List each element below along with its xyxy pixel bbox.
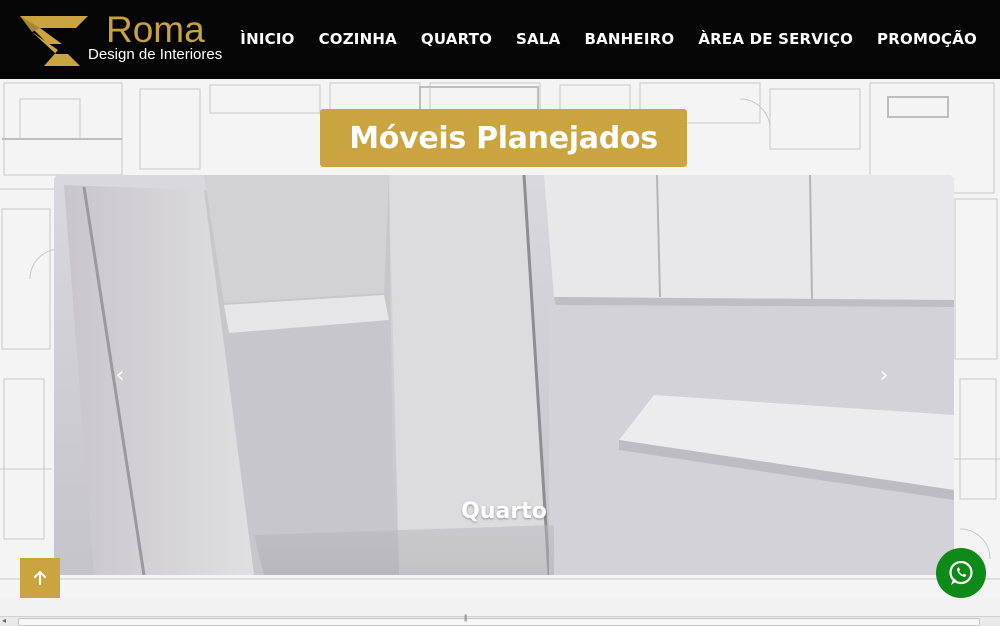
arrow-up-icon (34, 571, 46, 585)
scrollbar-grip-icon: ||| (464, 615, 468, 622)
back-to-top-button[interactable] (20, 558, 60, 598)
nav-item-sala[interactable]: SALA (503, 28, 571, 50)
main-nav: ÌNICIO COZINHA QUARTO SALA BANHEIRO ÀREA… (227, 28, 988, 50)
carousel-next-button[interactable]: › (870, 363, 898, 391)
nav-item-cozinha[interactable]: COZINHA (306, 28, 408, 50)
section-title: Móveis Planejados (349, 120, 658, 156)
carousel-prev-button[interactable]: ‹ (106, 363, 134, 391)
logo[interactable]: Roma Design de Interiores (18, 9, 243, 70)
whatsapp-button[interactable] (936, 548, 986, 598)
nav-item-banheiro[interactable]: BANHEIRO (571, 28, 685, 50)
brand-tagline: Design de Interiores (88, 46, 223, 63)
nav-item-promocao[interactable]: PROMOÇÃO (864, 28, 988, 50)
whatsapp-icon (949, 560, 973, 585)
scroll-left-icon[interactable]: ◂ (2, 616, 6, 625)
section-title-badge: Móveis Planejados (320, 109, 687, 167)
site-header: Roma Design de Interiores ÌNICIO COZINHA… (0, 0, 1000, 79)
nav-item-area-de-servico[interactable]: ÀREA DE SERVIÇO (685, 28, 864, 50)
carousel-caption: Quarto (461, 499, 547, 524)
nav-item-inicio[interactable]: ÌNICIO (227, 28, 305, 50)
image-carousel[interactable]: ‹ › Quarto (54, 175, 954, 575)
logo-mark-icon (20, 16, 88, 66)
nav-item-quarto[interactable]: QUARTO (408, 28, 503, 50)
